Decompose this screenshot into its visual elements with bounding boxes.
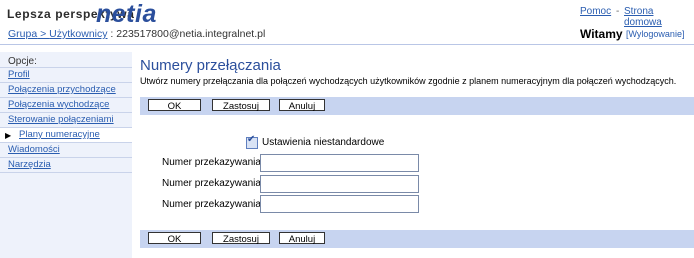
sidebar-item-outgoing-calls[interactable]: Połączenia wychodzące xyxy=(0,98,132,112)
sidebar-item-label: Połączenia wychodzące xyxy=(8,99,110,110)
breadcrumb-separator: > xyxy=(37,28,50,40)
sidebar-item-label: Połączenia przychodzące xyxy=(8,84,116,95)
page-description: Utwórz numery przełączania dla połączeń … xyxy=(140,76,677,86)
breadcrumb-group-link[interactable]: Grupa xyxy=(8,28,37,40)
apply-button[interactable]: Zastosuj xyxy=(212,232,270,245)
sidebar-item-tools[interactable]: Narzędzia xyxy=(0,158,132,172)
sidebar-item-call-control[interactable]: Sterowanie połączeniami xyxy=(0,113,132,127)
apply-button[interactable]: Zastosuj xyxy=(212,99,270,112)
netia-logo: netia xyxy=(96,0,157,28)
sidebar-divider xyxy=(0,172,132,173)
top-button-bar: OK Zastosuj Anuluj xyxy=(140,97,694,115)
sidebar-item-label: Sterowanie połączeniami xyxy=(8,114,114,125)
header-link-separator: - xyxy=(616,6,620,17)
breadcrumb-current-user: : 223517800@netia.integralnet.pl xyxy=(107,28,266,40)
sidebar-options-label: Opcje: xyxy=(8,56,37,67)
header-divider xyxy=(0,44,694,45)
cancel-button[interactable]: Anuluj xyxy=(279,232,325,245)
forward-number-2-label: Numer przekazywania 2: xyxy=(162,178,273,189)
help-link[interactable]: Pomoc xyxy=(580,6,611,17)
current-item-arrow-icon: ▶ xyxy=(5,131,12,140)
sidebar-item-label: Plany numeracyjne xyxy=(19,129,100,140)
sidebar-item-messages[interactable]: Wiadomości xyxy=(0,143,132,157)
ok-button[interactable]: OK xyxy=(148,232,201,245)
forward-number-3-input[interactable] xyxy=(260,195,419,213)
sidebar-item-label: Narzędzia xyxy=(8,159,51,170)
page-title: Numery przełączania xyxy=(140,57,281,74)
breadcrumb: Grupa > Użytkownicy : 223517800@netia.in… xyxy=(8,28,265,40)
forward-number-1-label: Numer przekazywania 1: xyxy=(162,157,273,168)
sidebar-item-incoming-calls[interactable]: Połączenia przychodzące xyxy=(0,83,132,97)
forward-number-3-label: Numer przekazywania 3: xyxy=(162,199,273,210)
sidebar-item-label: Wiadomości xyxy=(8,144,60,155)
welcome-text: Witamy xyxy=(580,27,623,41)
forward-number-2-input[interactable] xyxy=(260,175,419,193)
logout-link[interactable]: [Wylogowanie] xyxy=(626,29,684,39)
breadcrumb-users-link[interactable]: Użytkownicy xyxy=(49,28,107,40)
sidebar-item-label: Profil xyxy=(8,69,30,80)
cancel-button[interactable]: Anuluj xyxy=(279,99,325,112)
ok-button[interactable]: OK xyxy=(148,99,201,112)
custom-settings-label: Ustawienia niestandardowe xyxy=(262,137,385,148)
bottom-button-bar: OK Zastosuj Anuluj xyxy=(140,230,694,248)
sidebar-item-profile[interactable]: Profil xyxy=(0,68,132,82)
home-link[interactable]: Strona domowa xyxy=(624,6,694,28)
sidebar-item-dial-plans[interactable]: ▶ Plany numeracyjne xyxy=(0,128,132,142)
checkmark-icon: ✔ xyxy=(247,134,256,145)
forward-number-1-input[interactable] xyxy=(260,154,419,172)
